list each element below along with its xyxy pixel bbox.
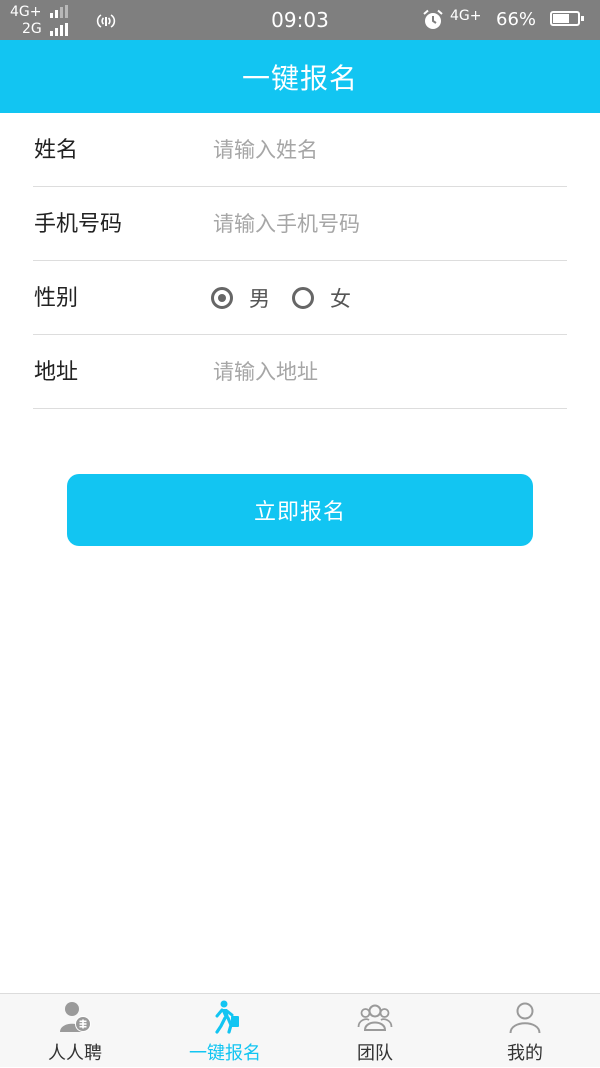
form-row-phone: 手机号码 xyxy=(33,187,567,261)
alarm-icon xyxy=(423,9,443,29)
gender-option-male[interactable]: 男 xyxy=(211,283,270,313)
submit-button-label: 立即报名 xyxy=(253,500,346,525)
phone-input[interactable] xyxy=(213,201,553,247)
nav-item-quick-signup[interactable]: 一键报名 xyxy=(150,994,300,1068)
nav-item-team[interactable]: 团队 xyxy=(300,994,450,1068)
nav-item-profile[interactable]: 我的 xyxy=(450,994,600,1068)
radio-unchecked-icon[interactable] xyxy=(292,286,314,309)
form-row-gender: 性别 男 女 xyxy=(33,261,567,335)
battery-percentage: 66% xyxy=(496,9,537,30)
signup-form: 姓名 手机号码 性别 男 女 地址 xyxy=(33,113,567,409)
gender-option-label: 女 xyxy=(330,286,351,311)
radio-checked-icon[interactable] xyxy=(211,286,233,309)
profile-icon xyxy=(509,1002,541,1034)
nav-label: 一键报名 xyxy=(189,1043,261,1064)
gender-option-label: 男 xyxy=(249,286,270,311)
battery-nub xyxy=(581,16,584,21)
status-right: 4G+ 66% xyxy=(422,7,592,33)
page-title: 一键报名 xyxy=(241,61,358,95)
address-input[interactable] xyxy=(213,349,553,395)
battery-fill xyxy=(553,14,569,23)
submit-button[interactable]: 立即报名 xyxy=(67,474,533,546)
team-icon xyxy=(357,1004,393,1031)
gender-option-female[interactable]: 女 xyxy=(292,283,351,313)
form-row-address: 地址 xyxy=(33,335,567,409)
nav-item-recruit[interactable]: 人人聘 xyxy=(0,994,150,1068)
name-input[interactable] xyxy=(213,127,553,173)
page-header: 一键报名 xyxy=(0,40,600,113)
network-type-right: 4G+ xyxy=(450,8,482,24)
address-label: 地址 xyxy=(34,360,79,385)
form-row-name: 姓名 xyxy=(33,113,567,187)
phone-label: 手机号码 xyxy=(34,212,123,237)
walking-person-icon xyxy=(215,1000,239,1034)
name-label: 姓名 xyxy=(34,138,79,163)
gender-radio-group: 男 女 xyxy=(211,261,373,334)
recruit-user-icon xyxy=(60,1002,91,1032)
gender-label: 性别 xyxy=(34,286,79,311)
bottom-nav: 人人聘 一键报名 团队 我的 xyxy=(0,993,600,1067)
nav-label: 人人聘 xyxy=(48,1043,102,1064)
nav-label: 我的 xyxy=(507,1043,543,1064)
nav-label: 团队 xyxy=(357,1043,393,1064)
battery-icon xyxy=(550,11,584,26)
status-bar: 4G+ 2G 09:03 4G+ 66% xyxy=(0,0,600,40)
